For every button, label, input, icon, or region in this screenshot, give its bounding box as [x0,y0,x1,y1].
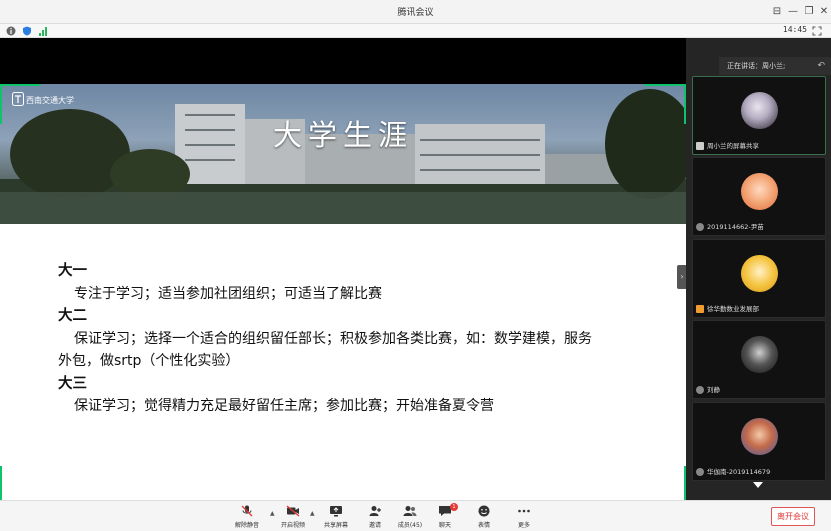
fullscreen-icon[interactable] [812,26,822,36]
section-line: 外包，做srtp（个性化实验） [58,353,240,369]
section-line: 专注于学习；适当参加社团组织；可适当了解比赛 [74,285,382,302]
screen-share-icon [696,142,704,150]
video-options-chevron-icon[interactable]: ▲ [310,510,315,517]
window-title: 腾讯会议 [397,8,434,18]
section-heading: 大二 [58,308,87,324]
participant-tile[interactable]: 徐华勤数业发展部 [692,239,826,318]
start-video-button[interactable]: 开启视频 [272,505,314,529]
info-icon[interactable] [6,26,16,36]
avatar [741,255,778,292]
toolbar-label: 表情 [477,522,490,529]
campus-illustration [0,89,686,224]
share-screen-button[interactable]: 共享屏幕 [315,505,357,529]
shared-screen: 西南交通大学 大学生涯 大一 专注于学习；适当参加社团组织；可适当了解比赛 大二… [0,38,686,506]
close-button[interactable]: ✕ [815,3,831,21]
mic-muted-icon [696,386,704,394]
share-screen-icon [330,506,342,517]
smiley-icon [478,505,490,517]
toolbar-label: 更多 [517,522,530,529]
share-frame-corner [0,84,2,124]
share-frame-corner [644,84,686,86]
meeting-status-bar: 14:45 [0,24,831,38]
meeting-time: 14:45 [782,25,807,34]
section-line: 保证学习；选择一个适合的组织留任部长；积极参加各类比赛，如：数学建模，服务 [74,330,592,347]
members-icon [403,506,417,516]
mic-muted-icon [696,468,704,476]
add-user-icon [369,506,381,516]
participant-tile[interactable]: 周小兰的屏幕共享 [692,76,826,155]
title-bar: 腾讯会议 ⊟ — ❐ ✕ [0,0,831,24]
slide-title: 大学生涯 [272,118,413,152]
toolbar-label: 开启视频 [280,522,305,529]
shield-icon[interactable] [22,26,32,36]
speaking-label: 正在讲话：周小兰; [727,62,786,70]
meeting-toolbar: 解除静音 ▲ 开启视频 ▲ 共享屏幕 邀请 成员(45) 1 聊天 表情 更多 … [0,500,831,531]
share-frame-corner [0,84,40,86]
participant-name: 周小兰的屏幕共享 [707,142,759,150]
avatar [741,336,778,373]
avatar [741,92,778,129]
toolbar-label: 共享屏幕 [323,522,348,529]
toolbar-label: 聊天 [438,522,451,529]
more-dots-icon [518,509,530,513]
collapse-icon[interactable]: ↶ [817,57,825,75]
slide-body: 大一 专注于学习；适当参加社团组织；可适当了解比赛 大二 保证学习；选择一个适合… [58,260,658,418]
leave-meeting-button[interactable]: 离开会议 [771,507,815,526]
participant-tile[interactable]: 2019114662-尹苗 [692,157,826,236]
emoji-button[interactable]: 表情 [463,505,505,529]
participant-name: 刘静 [707,386,720,394]
unmute-button[interactable]: 解除静音 [226,505,268,529]
user-icon [696,305,704,313]
participant-tile[interactable]: 华伽南-2019114679 [692,402,826,481]
avatar [741,418,778,455]
participant-name: 2019114662-尹苗 [707,223,764,231]
chat-unread-badge: 1 [450,503,458,511]
university-logo-icon [12,92,24,106]
presentation-slide: 西南交通大学 大学生涯 大一 专注于学习；适当参加社团组织；可适当了解比赛 大二… [0,84,686,506]
toolbar-label: 解除静音 [234,522,259,529]
section-heading: 大一 [58,263,87,279]
speaking-indicator: 正在讲话：周小兰; ↶ [719,57,831,75]
participant-tile[interactable]: 刘静 [692,320,826,399]
scroll-down-icon[interactable] [753,482,763,488]
avatar [741,173,778,210]
campus-banner-image: 西南交通大学 大学生涯 [0,84,686,224]
section-heading: 大三 [58,375,87,392]
participant-name: 华伽南-2019114679 [707,468,771,476]
more-button[interactable]: 更多 [503,505,545,529]
signal-icon[interactable] [38,26,48,36]
section-line: 保证学习；觉得精力充足最好留任主席；参加比赛；开始准备夏令营 [74,398,494,414]
participant-name: 徐华勤数业发展部 [707,305,759,313]
chat-button[interactable]: 1 聊天 [424,503,466,529]
microphone-muted-icon [241,505,253,517]
university-logo-text: 西南交通大学 [26,96,74,105]
camera-off-icon [286,505,300,517]
mic-muted-icon [696,223,704,231]
